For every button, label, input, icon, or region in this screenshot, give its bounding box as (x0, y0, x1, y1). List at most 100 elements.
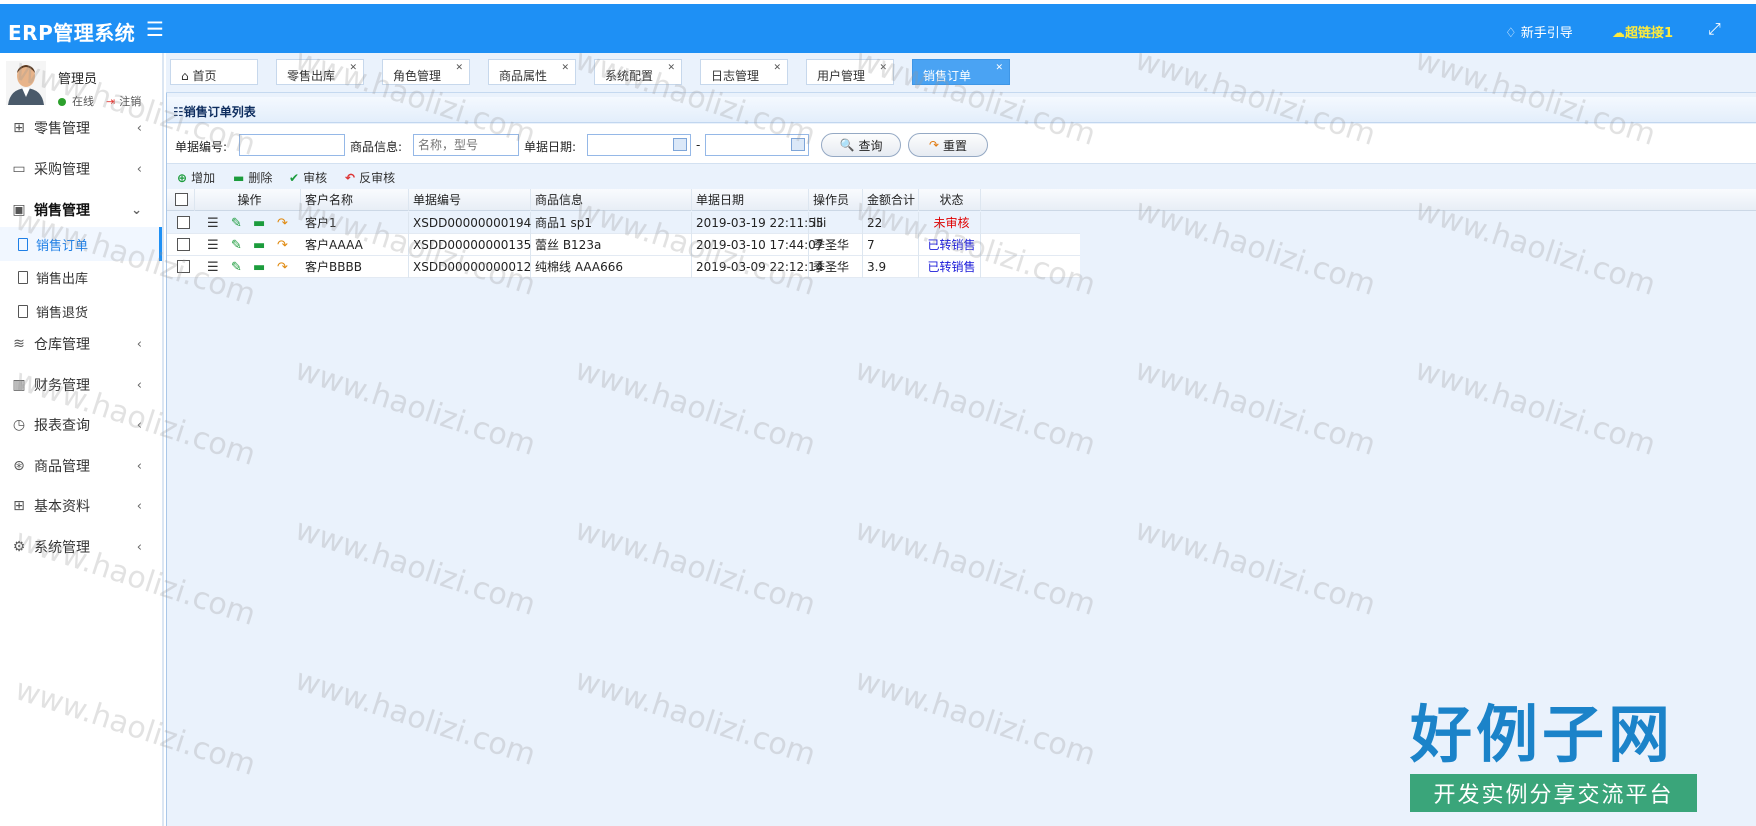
subnav-sales-order[interactable]: 销售订单 (0, 227, 162, 261)
query-button[interactable]: 🔍 查询 (821, 133, 901, 157)
delete-button[interactable]: ▬ 删除 (233, 169, 272, 186)
edit-pencil-icon[interactable]: ✎ (231, 260, 242, 275)
date-separator: - (696, 138, 701, 152)
cell-amount: 22 (863, 212, 919, 234)
guide-link[interactable]: ♢ 新手引导 (1505, 22, 1573, 41)
unaudit-button[interactable]: ↶ 反审核 (345, 169, 395, 186)
minus-icon[interactable]: ▬ (253, 216, 265, 231)
calendar-icon[interactable] (791, 138, 805, 151)
date-start-field[interactable] (587, 134, 691, 156)
tab-bar: ⌂ 首页 零售出库 ✕ 角色管理 ✕ 商品属性 ✕ 系统配置 ✕ 日志管理 ✕ 用户管理 ✕… (166, 53, 1756, 93)
header-goods[interactable]: 商品信息 (531, 189, 692, 211)
subnav-label: 销售出库 (36, 271, 89, 287)
toolbar: ⊕ 增加 ▬ 删除 ✔ 审核 ↶ 反审核 (167, 165, 1756, 189)
add-label: 增加 (191, 171, 216, 185)
row-checkbox[interactable] (177, 260, 190, 273)
nav-purchase[interactable]: ▭ 采购管理 ‹ (0, 149, 162, 189)
nav-warehouse[interactable]: ≋ 仓库管理 ‹ (0, 324, 162, 364)
header-date[interactable]: 单据日期 (692, 189, 809, 211)
nav-basic[interactable]: ⊞ 基本资料 ‹ (0, 486, 162, 526)
guide-label: 新手引导 (1520, 26, 1573, 41)
document-icon (18, 304, 28, 318)
detail-list-icon[interactable]: ☰ (207, 238, 219, 253)
close-icon[interactable]: ✕ (773, 63, 781, 73)
logout-link[interactable]: ⇥ 注销 (106, 93, 141, 109)
grid-icon: ⊞ (13, 498, 25, 514)
header-number[interactable]: 单据编号 (409, 189, 531, 211)
close-icon[interactable]: ✕ (561, 63, 569, 73)
edit-pencil-icon[interactable]: ✎ (231, 238, 242, 253)
status-badge: 已转销售 (919, 234, 981, 256)
select-all-checkbox[interactable] (175, 193, 188, 206)
close-icon[interactable]: ✕ (667, 63, 675, 73)
tab-role[interactable]: 角色管理 ✕ (382, 59, 470, 85)
cell-customer: 客户BBBB (301, 256, 409, 278)
nav-system[interactable]: ⚙ 系统管理 ‹ (0, 527, 162, 567)
tab-label: 商品属性 (499, 69, 548, 83)
close-icon[interactable]: ✕ (455, 63, 463, 73)
row-checkbox[interactable] (177, 238, 190, 251)
detail-list-icon[interactable]: ☰ (207, 260, 219, 275)
nav-retail[interactable]: ⊞ 零售管理 ‹ (0, 108, 162, 148)
briefcase-icon: ▣ (12, 202, 26, 218)
tab-system-config[interactable]: 系统配置 ✕ (594, 59, 682, 85)
plus-icon: ⊕ (177, 170, 188, 185)
row-checkbox[interactable] (177, 216, 190, 229)
close-icon[interactable]: ✕ (349, 63, 357, 73)
table-row[interactable]: ☰ ✎ ▬ ↷ 客户1 XSDD00000000194 商品1 sp1 2019… (167, 212, 1080, 234)
close-icon[interactable]: ✕ (879, 63, 887, 73)
nav-finance[interactable]: ▥ 财务管理 ‹ (0, 365, 162, 405)
header-status[interactable]: 状态 (919, 189, 981, 211)
minus-icon[interactable]: ▬ (253, 238, 265, 253)
nav-sales[interactable]: ▣ 销售管理 ⌄ (0, 190, 162, 230)
chevron-left-icon: ‹ (136, 498, 142, 514)
forward-arrow-icon[interactable]: ↷ (277, 238, 288, 253)
hamburger-icon[interactable]: ☰ (146, 17, 164, 41)
table-row[interactable]: ☰ ✎ ▬ ↷ 客户AAAA XSDD00000000135 蕾丝 B123a … (167, 234, 1080, 256)
home-icon: ⌂ (181, 69, 193, 83)
table-row[interactable]: ☰ ✎ ▬ ↷ 客户BBBB XSDD00000000012 纯棉线 AAA66… (167, 256, 1080, 278)
forward-arrow-icon[interactable]: ↷ (277, 216, 288, 231)
tab-goods-attr[interactable]: 商品属性 ✕ (488, 59, 576, 85)
nav-label: 基本资料 (34, 499, 90, 515)
add-button[interactable]: ⊕ 增加 (177, 169, 215, 186)
close-icon[interactable]: ✕ (995, 63, 1003, 73)
calendar-icon[interactable] (673, 138, 687, 151)
subnav-sales-return[interactable]: 销售退货 (0, 294, 162, 328)
superlink[interactable]: ☁超链接1 (1612, 22, 1673, 41)
monitor-icon: ▭ (12, 161, 26, 177)
detail-list-icon[interactable]: ☰ (207, 216, 219, 231)
map-icon: ▥ (12, 377, 26, 393)
date-end-field[interactable] (705, 134, 809, 156)
tab-user[interactable]: 用户管理 ✕ (806, 59, 894, 85)
nav-goods[interactable]: ⊛ 商品管理 ‹ (0, 446, 162, 486)
goods-label: 商品信息: (350, 140, 403, 154)
goods-input[interactable] (413, 134, 519, 156)
nav-reports[interactable]: ◷ 报表查询 ‹ (0, 405, 162, 445)
minus-icon[interactable]: ▬ (253, 260, 265, 275)
tab-label: 用户管理 (817, 69, 866, 83)
cell-goods: 商品1 sp1 (531, 212, 692, 234)
edit-pencil-icon[interactable]: ✎ (231, 216, 242, 231)
reset-button[interactable]: ↷ 重置 (908, 133, 988, 157)
header-amount[interactable]: 金额合计 (863, 189, 919, 211)
forward-arrow-icon[interactable]: ↷ (277, 260, 288, 275)
header-operator[interactable]: 操作员 (809, 189, 863, 211)
tab-sales-order[interactable]: 销售订单 ✕ (912, 59, 1010, 85)
nav-label: 报表查询 (34, 418, 90, 434)
subnav-sales-out[interactable]: 销售出库 (0, 260, 162, 294)
reset-label: 重置 (943, 138, 968, 153)
header-ops: 操作 (195, 189, 301, 211)
tab-home[interactable]: ⌂ 首页 (170, 59, 258, 85)
number-input[interactable] (239, 134, 345, 156)
chevron-down-icon: ⌄ (131, 202, 142, 218)
expand-icon[interactable]: ⤢ (1708, 19, 1721, 39)
header-customer[interactable]: 客户名称 (301, 189, 409, 211)
tab-retail-out[interactable]: 零售出库 ✕ (276, 59, 364, 85)
cell-operator: lili (809, 212, 863, 234)
audit-button[interactable]: ✔ 审核 (289, 169, 327, 186)
checkmark-icon: ✔ (289, 170, 300, 185)
cell-goods: 纯棉线 AAA666 (531, 256, 692, 278)
tab-log[interactable]: 日志管理 ✕ (700, 59, 788, 85)
chevron-left-icon: ‹ (136, 336, 142, 352)
